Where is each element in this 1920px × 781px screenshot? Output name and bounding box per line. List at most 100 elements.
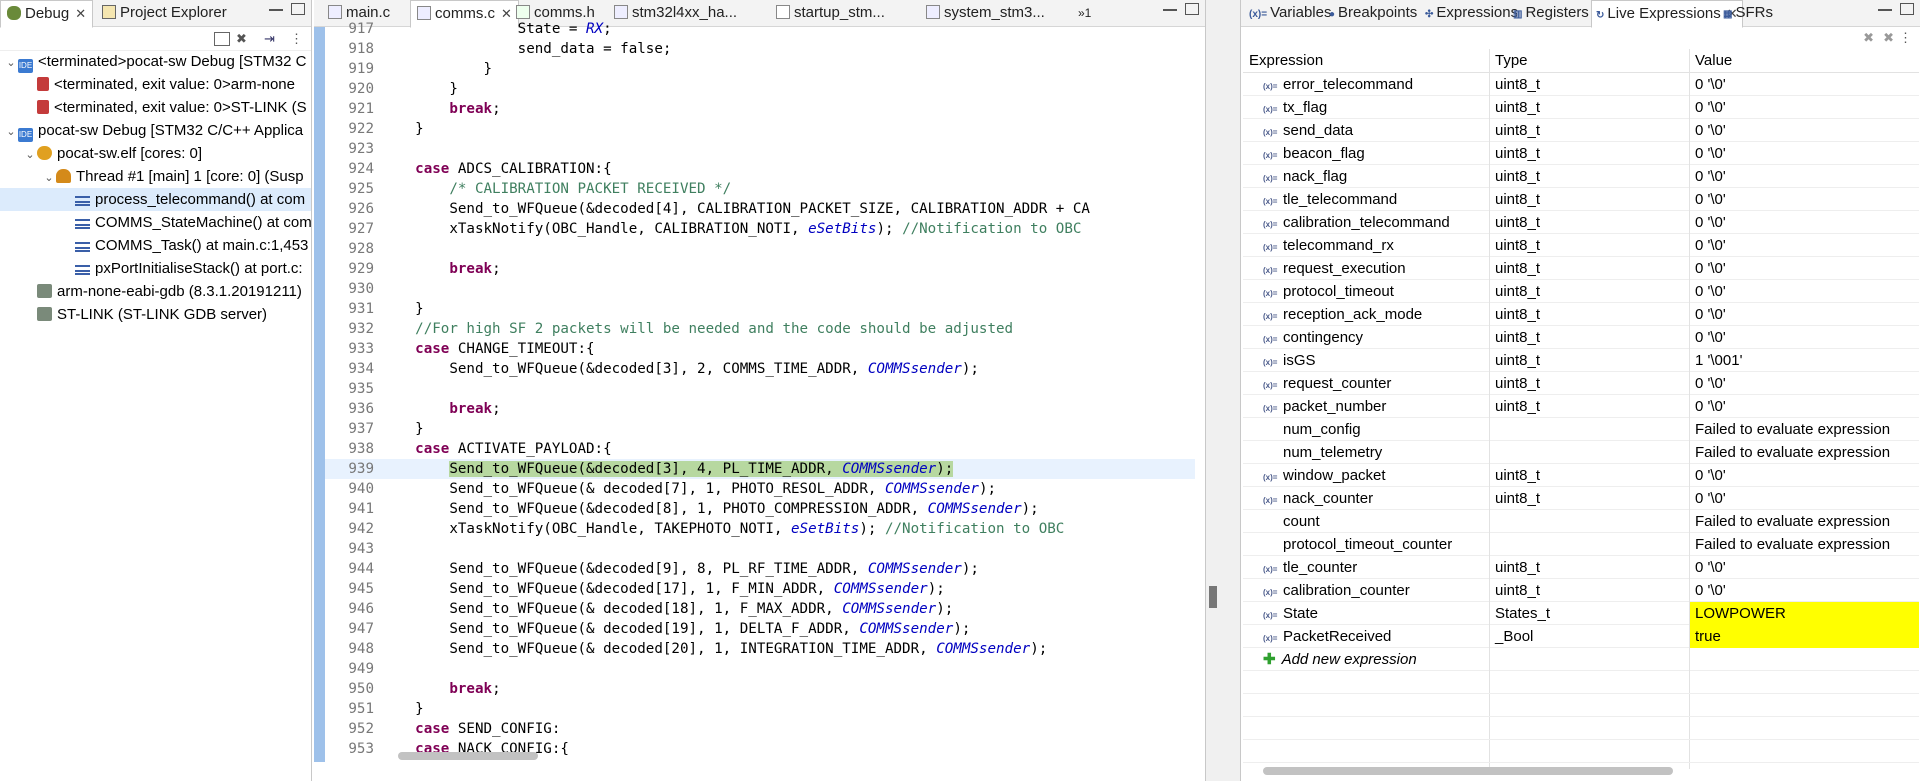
code-line[interactable]: 926 Send_to_WFQueue(&decoded[4], CALIBRA… bbox=[325, 199, 1195, 219]
expression-name-cell[interactable]: (x)= tle_counter bbox=[1243, 556, 1488, 579]
tree-item[interactable]: ⌄ IDE <terminated>pocat-sw Debug [STM32 C bbox=[0, 50, 311, 73]
expression-name-cell[interactable]: num_config bbox=[1243, 418, 1488, 441]
expression-name-cell[interactable]: (x)= tle_telecommand bbox=[1243, 188, 1488, 211]
minimize-icon[interactable] bbox=[1878, 8, 1892, 11]
column-header-type[interactable]: Type bbox=[1489, 49, 1528, 73]
tree-item[interactable]: COMMS_StateMachine() at com bbox=[0, 211, 311, 234]
expression-value[interactable]: 0 '\0' bbox=[1689, 119, 1919, 142]
expression-value[interactable]: 0 '\0' bbox=[1689, 579, 1919, 602]
expand-chevron-icon[interactable]: ⌄ bbox=[4, 121, 18, 142]
current-code-line[interactable]: 939 Send_to_WFQueue(&decoded[3], 4, PL_T… bbox=[325, 459, 1195, 479]
expression-row[interactable]: (x)= window_packet uint8_t 0 '\0' bbox=[1243, 464, 1919, 487]
tree-item[interactable]: process_telecommand() at com bbox=[0, 188, 311, 211]
remove-terminated-icon[interactable]: ✖ bbox=[236, 32, 252, 46]
expression-value[interactable]: 0 '\0' bbox=[1689, 211, 1919, 234]
add-expression-cell[interactable]: ✚ Add new expression bbox=[1243, 648, 1488, 671]
view-menu-icon[interactable]: ⋮ bbox=[290, 32, 306, 46]
tab-expressions[interactable]: ✣ Expressions bbox=[1421, 0, 1522, 27]
expression-row[interactable]: (x)= contingency uint8_t 0 '\0' bbox=[1243, 326, 1919, 349]
step-icon[interactable]: ⇥ bbox=[264, 32, 280, 46]
expression-row[interactable]: (x)= tx_flag uint8_t 0 '\0' bbox=[1243, 96, 1919, 119]
expression-value[interactable]: 0 '\0' bbox=[1689, 326, 1919, 349]
expression-name-cell[interactable]: (x)= calibration_telecommand bbox=[1243, 211, 1488, 234]
tree-item[interactable]: ST-LINK (ST-LINK GDB server) bbox=[0, 303, 311, 326]
expression-row[interactable]: (x)= nack_counter uint8_t 0 '\0' bbox=[1243, 487, 1919, 510]
expression-name-cell[interactable]: (x)= nack_counter bbox=[1243, 487, 1488, 510]
expression-name-cell[interactable]: (x)= request_counter bbox=[1243, 372, 1488, 395]
remove-expression-icon[interactable]: ✖ bbox=[1863, 30, 1874, 46]
expression-row[interactable]: (x)= isGS uint8_t 1 '\001' bbox=[1243, 349, 1919, 372]
expression-row[interactable]: num_config Failed to evaluate expression bbox=[1243, 418, 1919, 441]
expression-row[interactable]: (x)= request_execution uint8_t 0 '\0' bbox=[1243, 257, 1919, 280]
expression-value[interactable]: Failed to evaluate expression bbox=[1689, 510, 1919, 533]
code-line[interactable]: 918 send_data = false; bbox=[325, 39, 1195, 59]
tab-project-explorer[interactable]: Project Explorer bbox=[96, 0, 233, 27]
minimize-icon[interactable] bbox=[269, 8, 283, 11]
code-line[interactable]: 950 break; bbox=[325, 679, 1195, 699]
expression-name-cell[interactable]: (x)= packet_number bbox=[1243, 395, 1488, 418]
expression-value[interactable]: 0 '\0' bbox=[1689, 303, 1919, 326]
code-line[interactable]: 921 break; bbox=[325, 99, 1195, 119]
tree-item[interactable]: pxPortInitialiseStack() at port.c: bbox=[0, 257, 311, 280]
remove-all-expressions-icon[interactable]: ✖ bbox=[1883, 30, 1894, 46]
tab-sfrs[interactable]: ▦ SFRs bbox=[1719, 0, 1777, 27]
tree-item[interactable]: <terminated, exit value: 0>ST-LINK (S bbox=[0, 96, 311, 119]
column-header-expression[interactable]: Expression bbox=[1243, 49, 1323, 73]
maximize-icon[interactable] bbox=[291, 3, 305, 15]
expression-row[interactable]: num_telemetry Failed to evaluate expressi… bbox=[1243, 441, 1919, 464]
code-line[interactable]: 936 break; bbox=[325, 399, 1195, 419]
expression-row[interactable]: (x)= telecommand_rx uint8_t 0 '\0' bbox=[1243, 234, 1919, 257]
expression-row[interactable]: (x)= State States_t LOWPOWER bbox=[1243, 602, 1919, 625]
expression-row[interactable]: (x)= reception_ack_mode uint8_t 0 '\0' bbox=[1243, 303, 1919, 326]
view-menu-icon[interactable]: ⋮ bbox=[1899, 30, 1912, 46]
tree-item[interactable]: ⌄ IDE pocat-sw Debug [STM32 C/C++ Applica bbox=[0, 119, 311, 142]
expression-name-cell[interactable]: (x)= nack_flag bbox=[1243, 165, 1488, 188]
code-line[interactable]: 942 xTaskNotify(OBC_Handle, TAKEPHOTO_NO… bbox=[325, 519, 1195, 539]
code-line[interactable]: 944 Send_to_WFQueue(&decoded[9], 8, PL_R… bbox=[325, 559, 1195, 579]
maximize-icon[interactable] bbox=[1185, 3, 1199, 15]
expression-row[interactable]: (x)= PacketReceived _Bool true bbox=[1243, 625, 1919, 648]
expression-row[interactable]: (x)= calibration_telecommand uint8_t 0 '\0' bbox=[1243, 211, 1919, 234]
expression-row[interactable]: (x)= beacon_flag uint8_t 0 '\0' bbox=[1243, 142, 1919, 165]
expression-value[interactable]: 0 '\0' bbox=[1689, 372, 1919, 395]
expression-row[interactable]: count Failed to evaluate expression bbox=[1243, 510, 1919, 533]
tab-variables[interactable]: (x)= Variables bbox=[1245, 0, 1335, 27]
add-expression-row[interactable]: ✚ Add new expression bbox=[1243, 648, 1919, 671]
editor-horizontal-scrollbar[interactable] bbox=[398, 752, 538, 760]
expression-name-cell[interactable]: (x)= error_telecommand bbox=[1243, 73, 1488, 96]
expression-row[interactable]: (x)= protocol_timeout uint8_t 0 '\0' bbox=[1243, 280, 1919, 303]
expression-row[interactable]: (x)= nack_flag uint8_t 0 '\0' bbox=[1243, 165, 1919, 188]
expression-value[interactable]: Failed to evaluate expression bbox=[1689, 441, 1919, 464]
expression-row[interactable]: (x)= request_counter uint8_t 0 '\0' bbox=[1243, 372, 1919, 395]
collapse-all-icon[interactable] bbox=[214, 32, 230, 46]
code-line[interactable]: 930 bbox=[325, 279, 1195, 299]
expression-row[interactable]: (x)= send_data uint8_t 0 '\0' bbox=[1243, 119, 1919, 142]
expression-row[interactable]: (x)= tle_telecommand uint8_t 0 '\0' bbox=[1243, 188, 1919, 211]
code-line[interactable]: 931 } bbox=[325, 299, 1195, 319]
code-line[interactable]: 934 Send_to_WFQueue(&decoded[3], 2, COMM… bbox=[325, 359, 1195, 379]
code-line[interactable]: 929 break; bbox=[325, 259, 1195, 279]
expression-name-cell[interactable]: (x)= contingency bbox=[1243, 326, 1488, 349]
code-line[interactable]: 937 } bbox=[325, 419, 1195, 439]
expression-value[interactable]: Failed to evaluate expression bbox=[1689, 533, 1919, 556]
code-line[interactable]: 927 xTaskNotify(OBC_Handle, CALIBRATION_… bbox=[325, 219, 1195, 239]
maximize-icon[interactable] bbox=[1900, 3, 1914, 15]
expression-name-cell[interactable]: (x)= window_packet bbox=[1243, 464, 1488, 487]
code-line[interactable]: 951 } bbox=[325, 699, 1195, 719]
expression-name-cell[interactable]: (x)= beacon_flag bbox=[1243, 142, 1488, 165]
expand-chevron-icon[interactable]: ⌄ bbox=[4, 52, 18, 73]
code-line[interactable]: 935 bbox=[325, 379, 1195, 399]
expression-value[interactable]: Failed to evaluate expression bbox=[1689, 418, 1919, 441]
column-header-value[interactable]: Value bbox=[1689, 49, 1732, 73]
code-line[interactable]: 945 Send_to_WFQueue(&decoded[17], 1, F_M… bbox=[325, 579, 1195, 599]
code-line[interactable]: 943 bbox=[325, 539, 1195, 559]
expression-value[interactable]: 0 '\0' bbox=[1689, 142, 1919, 165]
tree-item[interactable]: <terminated, exit value: 0>arm-none bbox=[0, 73, 311, 96]
code-line[interactable]: 928 bbox=[325, 239, 1195, 259]
code-line[interactable]: 948 Send_to_WFQueue(& decoded[20], 1, IN… bbox=[325, 639, 1195, 659]
expression-row[interactable]: (x)= calibration_counter uint8_t 0 '\0' bbox=[1243, 579, 1919, 602]
expression-name-cell[interactable]: count bbox=[1243, 510, 1488, 533]
code-line[interactable]: 941 Send_to_WFQueue(&decoded[8], 1, PHOT… bbox=[325, 499, 1195, 519]
expression-name-cell[interactable]: (x)= tx_flag bbox=[1243, 96, 1488, 119]
expression-name-cell[interactable]: (x)= calibration_counter bbox=[1243, 579, 1488, 602]
